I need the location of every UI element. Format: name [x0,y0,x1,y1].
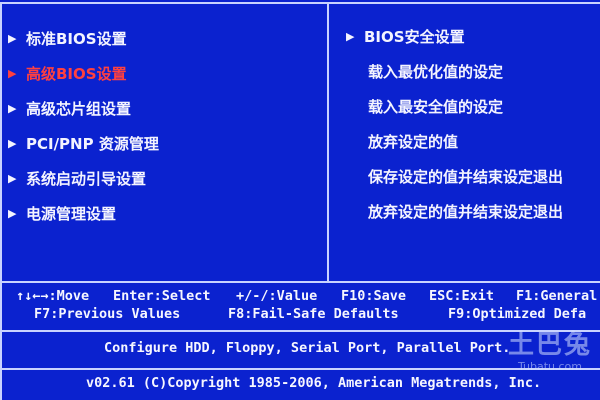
menu-item-label: 高级芯片组设置 [26,100,132,118]
menu-item-advanced-bios[interactable]: ▶ 高级BIOS设置 [8,61,323,96]
arrow-icon: ▶ [8,102,17,115]
key-help-bar: ↑↓←→:Move Enter:Select +/-/:Value F10:Sa… [16,287,600,323]
watermark-logo: 土巴兔 Tubatu.com [500,330,600,382]
key-help-row-1: ↑↓←→:Move Enter:Select +/-/:Value F10:Sa… [16,287,600,305]
key-hint-exit: ESC:Exit [429,288,495,304]
frame-divider-vertical [327,2,329,281]
menu-item-boot[interactable]: ▶ 系统启动引导设置 [8,166,323,201]
menu-item-label: 高级BIOS设置 [26,65,127,83]
watermark-text: 土巴兔 [507,330,592,360]
menu-item-advanced-chipset[interactable]: ▶ 高级芯片组设置 [8,96,323,131]
arrow-icon: ▶ [8,137,17,150]
menu-item-load-optimized[interactable]: 载入最优化值的设定 [346,59,600,94]
frame-border-left [0,2,2,400]
menu-item-label: 载入最安全值的设定 [368,98,504,116]
arrow-icon: ▶ [8,207,17,220]
arrow-icon: ▶ [346,30,355,43]
menu-item-pci-pnp[interactable]: ▶ PCI/PNP 资源管理 [8,131,323,166]
left-menu: ▶ 标准BIOS设置 ▶ 高级BIOS设置 ▶ 高级芯片组设置 ▶ PCI/PN… [8,26,323,236]
key-hint-value: +/-/:Value [236,288,318,304]
menu-item-label: 载入最优化值的设定 [368,63,504,81]
bios-screen: ▶ 标准BIOS设置 ▶ 高级BIOS设置 ▶ 高级芯片组设置 ▶ PCI/PN… [0,0,600,400]
arrow-icon: ▶ [8,32,17,45]
frame-border-top [0,2,600,4]
menu-item-bios-security[interactable]: ▶ BIOS安全设置 [346,24,600,59]
frame-divider-menu-bottom [0,281,600,283]
key-hint-previous: F7:Previous Values [34,306,181,322]
key-hint-optimized: F9:Optimized Defa [448,306,587,322]
item-help-text: Configure HDD, Floppy, Serial Port, Para… [104,340,511,356]
key-hint-save: F10:Save [341,288,407,304]
arrow-icon: ▶ [8,67,17,80]
key-hint-select: Enter:Select [113,288,211,304]
key-hint-move: ↑↓←→:Move [16,288,90,304]
menu-item-discard-and-exit[interactable]: 放弃设定的值并结束设定退出 [346,199,600,234]
copyright-text: v02.61 (C)Copyright 1985-2006, American … [86,375,542,391]
menu-item-discard-changes[interactable]: 放弃设定的值 [346,129,600,164]
menu-item-load-fail-safe[interactable]: 载入最安全值的设定 [346,94,600,129]
menu-item-label: PCI/PNP 资源管理 [26,135,159,153]
key-help-row-2: F7:Previous Values F8:Fail-Safe Defaults… [16,305,600,323]
watermark-domain: Tubatu.com [517,360,583,373]
menu-item-standard-bios[interactable]: ▶ 标准BIOS设置 [8,26,323,61]
menu-item-label: 保存设定的值并结束设定退出 [368,168,564,186]
key-hint-general: F1:General [516,288,598,304]
menu-item-label: 标准BIOS设置 [26,30,127,48]
menu-item-label: 放弃设定的值 [368,133,459,151]
menu-item-label: 系统启动引导设置 [26,170,147,188]
menu-item-label: 电源管理设置 [26,205,117,223]
key-hint-fail-safe: F8:Fail-Safe Defaults [228,306,399,322]
menu-item-label: BIOS安全设置 [364,28,465,46]
right-menu: ▶ BIOS安全设置 载入最优化值的设定 载入最安全值的设定 放弃设定的值 保存… [346,24,600,234]
arrow-icon: ▶ [8,172,17,185]
menu-item-save-and-exit[interactable]: 保存设定的值并结束设定退出 [346,164,600,199]
menu-item-power[interactable]: ▶ 电源管理设置 [8,201,323,236]
menu-item-label: 放弃设定的值并结束设定退出 [368,203,564,221]
